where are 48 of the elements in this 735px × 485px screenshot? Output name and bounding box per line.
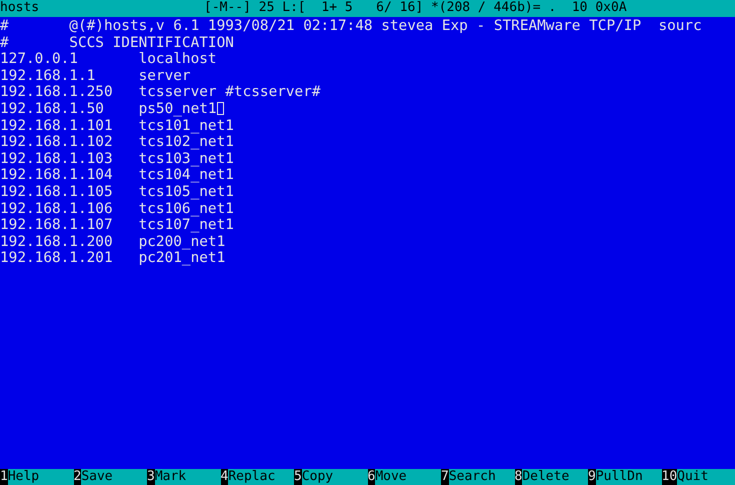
- function-key[interactable]: Help: [8, 469, 74, 485]
- text-line: tcsserver #tcsserver#: [138, 84, 321, 101]
- text-line: localhost: [138, 51, 217, 68]
- text-line: pc200_net1: [138, 234, 226, 250]
- text-line: 192.168.1.107: [0, 217, 114, 234]
- text-line: 192.168.1.105: [0, 184, 114, 201]
- function-key[interactable]: Search: [448, 469, 514, 485]
- text-line: ps50_net1: [138, 100, 217, 118]
- text-line: 192.168.1.104: [0, 167, 114, 184]
- text-line: 192.168.1.1: [0, 68, 96, 84]
- key-number: 1: [0, 469, 8, 485]
- key-number: 10: [662, 469, 678, 485]
- text-line: #: [0, 18, 10, 35]
- key-number: 9: [588, 469, 596, 485]
- key-number: 7: [441, 469, 449, 485]
- key-number: 3: [147, 469, 155, 485]
- function-key[interactable]: Replac: [228, 469, 294, 485]
- text-line: 192.168.1.101: [0, 118, 114, 134]
- text-line: 192.168.1.50: [0, 100, 105, 118]
- text-line: 192.168.1.200: [0, 234, 114, 250]
- status-info: [-M--] 25 L:[ 1+ 5 6/ 16] *(208 / 446b)= . 10 0x0A: [204, 0, 627, 17]
- text-line: 192.168.1.102: [0, 134, 114, 151]
- text-line: 192.168.1.250: [0, 84, 114, 101]
- text-line: @(#)hosts,v 6.1 1993/08/21 02:17:48 stevea Exp - STREAMware TCP/IP sourc: [69, 18, 702, 35]
- text-line: #: [0, 34, 10, 52]
- file-name: hosts: [0, 0, 40, 17]
- text-line: tcs106_net1: [138, 200, 234, 218]
- text-line: tcs101_net1: [138, 118, 234, 134]
- function-key[interactable]: Save: [81, 469, 147, 485]
- text-line: server: [138, 68, 191, 84]
- function-key[interactable]: Copy: [302, 469, 368, 485]
- text-line: tcs105_net1: [138, 184, 234, 201]
- text-line: 192.168.1.106: [0, 200, 114, 218]
- function-key[interactable]: PullDn: [596, 469, 662, 485]
- function-key[interactable]: Move: [375, 469, 441, 485]
- text-line: tcs104_net1: [138, 167, 234, 184]
- function-key[interactable]: Delete: [522, 469, 588, 485]
- text-line: tcs103_net1: [138, 150, 234, 168]
- text-line: SCCS IDENTIFICATION: [69, 34, 234, 52]
- function-key[interactable]: Quit: [677, 469, 735, 485]
- text-line: pc201_net1: [138, 250, 226, 267]
- function-key[interactable]: Mark: [154, 469, 220, 485]
- key-number: 5: [294, 469, 302, 485]
- text-line: tcs102_net1: [138, 134, 234, 151]
- text-line: 192.168.1.201: [0, 250, 114, 267]
- text-line: 192.168.1.103: [0, 150, 114, 168]
- text-line: tcs107_net1: [138, 217, 234, 234]
- text-line: 127.0.0.1: [0, 51, 79, 68]
